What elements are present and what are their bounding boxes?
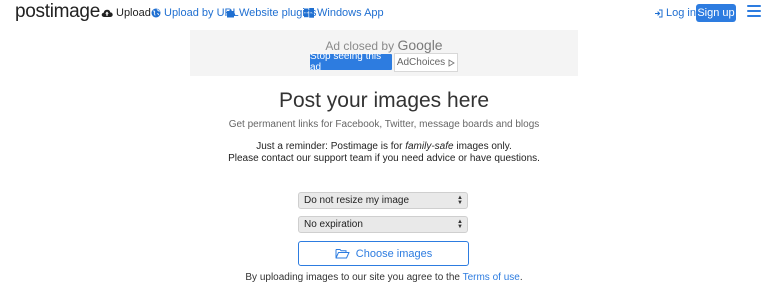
reminder-suffix: images only. (456, 141, 512, 152)
terms-notice: By uploading images to our site you agre… (0, 272, 768, 283)
select-arrows-icon: ▲ ▼ (457, 219, 463, 230)
windows-icon (304, 8, 314, 18)
globe-icon (151, 8, 161, 18)
nav-upload-label: Upload (116, 7, 151, 19)
nav-website-plugins[interactable]: Website plugins (226, 7, 316, 19)
login-label: Log in (666, 7, 696, 19)
reminder-prefix: Just a reminder: Postimage is for (256, 141, 403, 152)
reminder-line2: Please contact our support team if you n… (228, 153, 540, 164)
login-link[interactable]: Log in (654, 7, 696, 19)
nav-windows-app[interactable]: Windows App (304, 7, 384, 19)
google-brand: Google (397, 37, 443, 53)
adchoices-label: AdChoices (396, 57, 446, 68)
ad-banner: Ad closed by Google Stop seeing this ad … (190, 30, 578, 76)
cloud-upload-icon (101, 9, 113, 18)
resize-select[interactable]: Do not resize my image ▲ ▼ (298, 192, 468, 209)
nav-windows-app-label: Windows App (317, 7, 384, 19)
terms-prefix: By uploading images to our site you agre… (245, 272, 460, 283)
expiration-select-value: No expiration (304, 219, 363, 230)
family-safe-reminder: Just a reminder: Postimage is for family… (0, 141, 768, 165)
folder-open-icon (335, 249, 350, 259)
stop-seeing-ad-button[interactable]: Stop seeing this ad (310, 51, 392, 73)
terms-suffix: . (519, 272, 523, 283)
choose-images-button[interactable]: Choose images (298, 241, 469, 266)
nav-upload[interactable]: Upload (101, 7, 151, 19)
terms-of-use-link[interactable]: Terms of use (463, 272, 520, 283)
expiration-select[interactable]: No expiration ▲ ▼ (298, 216, 468, 233)
signup-button[interactable]: Sign up (696, 4, 736, 22)
resize-select-value: Do not resize my image (304, 195, 410, 206)
select-arrows-icon: ▲ ▼ (457, 195, 463, 206)
sign-in-icon (655, 9, 663, 17)
top-navbar: postimage Upload Upload by URL Website p… (0, 0, 768, 26)
menu-icon[interactable] (747, 5, 761, 18)
page-subtitle: Get permanent links for Facebook, Twitte… (228, 119, 540, 130)
page-title: Post your images here (278, 89, 490, 112)
reminder-emphasis: family-safe (405, 141, 454, 152)
adchoices-icon (448, 58, 456, 67)
puzzle-icon (227, 9, 236, 18)
postimage-logo[interactable]: postimage (15, 1, 100, 23)
choose-images-label: Choose images (355, 247, 433, 260)
adchoices-button[interactable]: AdChoices (394, 53, 458, 72)
